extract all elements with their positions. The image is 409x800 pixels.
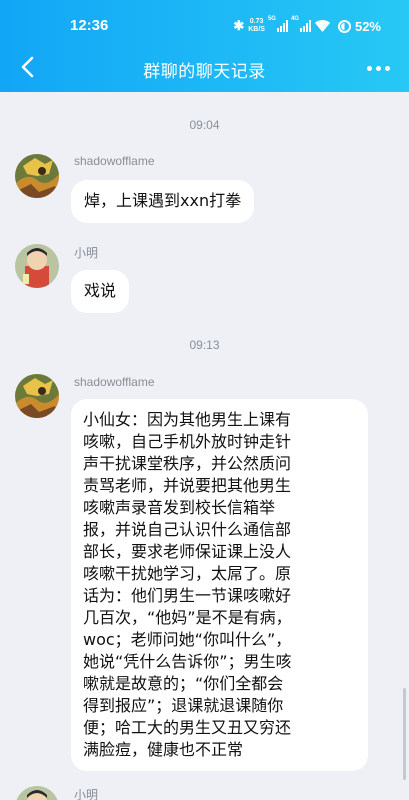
message-line: 责骂老师，并说要把其他男生 [83, 476, 292, 495]
avatar[interactable] [15, 244, 59, 288]
message-line: 得到报应”；退课就退课随你 [83, 696, 284, 715]
battery-percent: 52% [354, 18, 381, 34]
message-line: 报，并说自己认识什么通信部 [83, 520, 292, 539]
app-header: 12:36 ✱ 0.73 KB/S 5G 4G 52% 群聊的聊天记录 [0, 0, 409, 92]
signal-5g-icon: 5G [268, 16, 288, 32]
sender-name: shadowofflame [74, 375, 155, 389]
page-title: 群聊的聊天记录 [143, 62, 266, 82]
avatar[interactable] [15, 374, 59, 418]
message-line: 咳嗽，自己手机外放时钟走针 [83, 432, 292, 451]
nav-bar: 群聊的聊天记录 [0, 46, 409, 90]
avatar[interactable] [15, 786, 59, 800]
message-line: 满脸痘，健康也不正常 [83, 740, 244, 759]
signal-4g-icon: 4G [291, 16, 311, 32]
message-line: 几百次，“他妈”是不是有病， [83, 608, 292, 627]
message-line: 咳嗽声录音发到校长信箱举 [83, 498, 276, 517]
sender-name: shadowofflame [74, 154, 155, 168]
message-bubble-long[interactable]: 小仙女：因为其他男生上课有 咳嗽，自己手机外放时钟走针 声干扰课堂秩序，并公然质… [71, 399, 368, 771]
bluetooth-icon: ✱ [233, 18, 245, 33]
scrollbar[interactable] [403, 688, 406, 780]
message-line: 咳嗽干扰她学习，太屌了。原 [83, 564, 292, 583]
message-line: woc；老师问她“你叫什么”， [83, 630, 292, 649]
network-speed: 0.73 KB/S [248, 18, 265, 34]
status-bar: 12:36 ✱ 0.73 KB/S 5G 4G 52% [0, 0, 409, 52]
message-line: 声干扰课堂秩序，并公然质问 [83, 454, 292, 473]
time-separator: 09:04 [189, 118, 220, 132]
message-bubble[interactable]: 戏说 [71, 270, 130, 313]
network-speed-unit: KB/S [248, 26, 265, 33]
wifi-icon [314, 20, 330, 32]
message-line: 她说“凭什么告诉你”；男生咳 [83, 652, 292, 671]
message-line: 嗽就是故意的；“你们全都会 [83, 674, 284, 693]
more-dots-icon [366, 65, 372, 71]
sender-name: 小明 [74, 788, 99, 800]
status-icons: ✱ 0.73 KB/S 5G 4G 52% [233, 16, 381, 36]
status-time: 12:36 [70, 17, 109, 34]
sender-name: 小明 [74, 246, 99, 260]
network-speed-value: 0.73 [249, 18, 264, 25]
time-separator: 09:13 [189, 338, 220, 352]
message-line: 便；哈工大的男生又丑又穷还 [83, 718, 292, 737]
message-line: 小仙女：因为其他男生上课有 [83, 410, 292, 429]
message-line: 话为：他们男生一节课咳嗽好 [83, 586, 292, 605]
more-button[interactable] [363, 58, 393, 78]
avatar[interactable] [15, 154, 59, 198]
battery-icon [337, 19, 351, 33]
chat-history[interactable]: 09:04 shadowofflame 焯，上课遇到xxn打拳 小明 戏说 09… [0, 92, 409, 800]
message-line: 部长，要求老师保证课上没人 [83, 542, 292, 561]
message-bubble[interactable]: 焯，上课遇到xxn打拳 [71, 180, 255, 223]
